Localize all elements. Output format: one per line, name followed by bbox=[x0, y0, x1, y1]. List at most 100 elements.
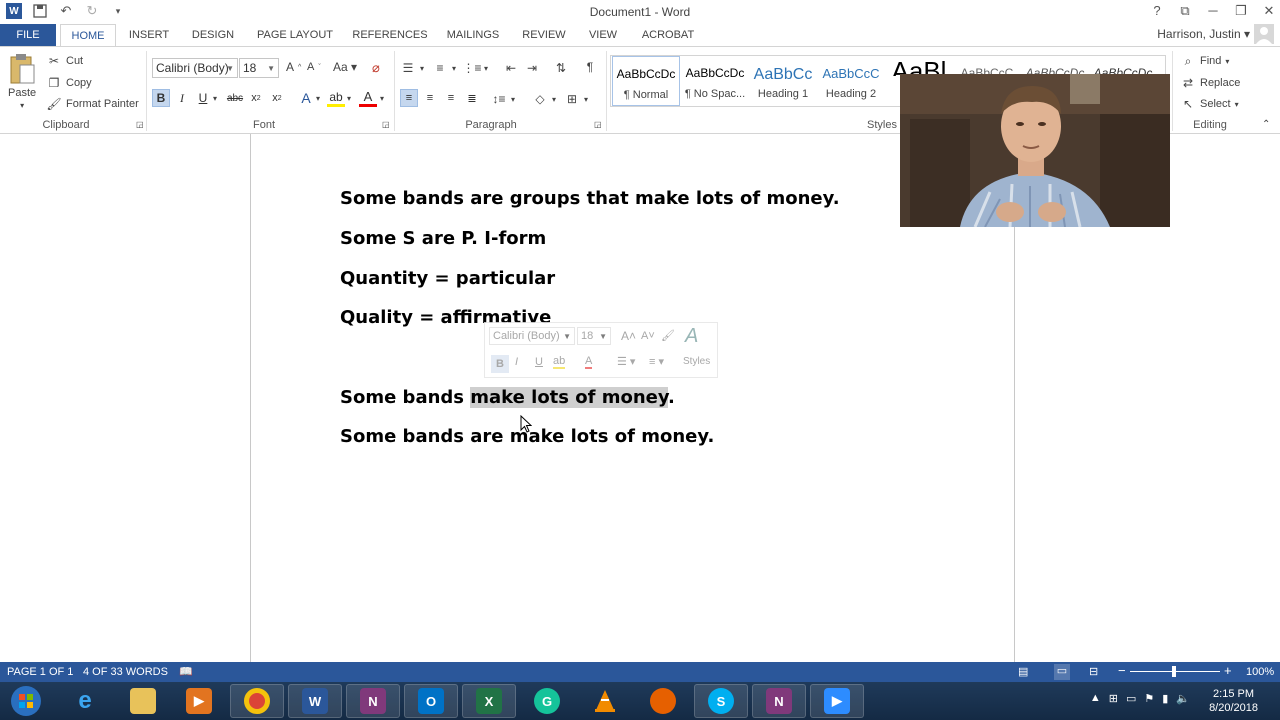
change-case-button[interactable]: Aa ▾ bbox=[333, 60, 357, 74]
taskbar-firefox[interactable] bbox=[636, 684, 690, 718]
subscript-button[interactable]: x2 bbox=[247, 89, 265, 107]
taskbar-word[interactable]: W bbox=[288, 684, 342, 718]
collapse-ribbon-icon[interactable]: ⌃ bbox=[1262, 119, 1270, 130]
cut-button[interactable]: ✂ Cut bbox=[46, 53, 83, 69]
taskbar-skype[interactable]: S bbox=[694, 684, 748, 718]
taskbar-excel[interactable]: X bbox=[462, 684, 516, 718]
shading-button[interactable]: ◇ ▾ bbox=[532, 91, 556, 107]
grow-font-button[interactable]: A ^ bbox=[286, 60, 301, 74]
restore-button[interactable]: ❐ bbox=[1234, 3, 1248, 19]
page-count[interactable]: PAGE 1 OF 1 bbox=[7, 666, 73, 678]
mini-grow-font-icon[interactable]: A˄ bbox=[621, 329, 636, 343]
mini-bold-button[interactable]: B bbox=[491, 355, 509, 373]
taskbar-media-player[interactable]: ▶ bbox=[172, 684, 226, 718]
tab-file[interactable]: FILE bbox=[0, 24, 56, 46]
font-name-dropdown[interactable]: Calibri (Body) ▼ bbox=[152, 58, 238, 78]
paste-button[interactable]: Paste ▾ bbox=[8, 53, 36, 110]
text-effects-icon[interactable]: A bbox=[297, 89, 315, 107]
zoom-level[interactable]: 100% bbox=[1246, 666, 1274, 678]
taskbar-zoom[interactable]: ▶ bbox=[810, 684, 864, 718]
line-spacing-button[interactable]: ↕≡ ▾ bbox=[491, 91, 515, 107]
zoom-in-button[interactable]: + bbox=[1224, 663, 1232, 678]
justify-button[interactable]: ≣ bbox=[463, 89, 481, 107]
flag-icon[interactable]: ⚑ bbox=[1144, 692, 1154, 705]
font-color-icon[interactable]: A bbox=[359, 89, 377, 107]
style-heading-1[interactable]: AaBbCc Heading 1 bbox=[749, 56, 817, 106]
select-button[interactable]: ↖ Select ▾ bbox=[1180, 96, 1239, 112]
underline-options-icon[interactable]: ▾ bbox=[213, 94, 217, 103]
user-name[interactable]: Harrison, Justin ▾ bbox=[1157, 27, 1250, 41]
shrink-font-button[interactable]: Aˇ bbox=[307, 61, 321, 73]
mini-underline-button[interactable]: U bbox=[535, 356, 543, 368]
taskbar-file-explorer[interactable] bbox=[116, 684, 170, 718]
tab-view[interactable]: VIEW bbox=[584, 24, 622, 46]
taskbar-internet-explorer[interactable]: e bbox=[58, 684, 112, 718]
mini-italic-button[interactable]: I bbox=[515, 356, 518, 368]
mini-format-painter-icon[interactable]: 🖌 bbox=[661, 329, 675, 342]
tab-design[interactable]: DESIGN bbox=[186, 24, 240, 46]
align-left-button[interactable]: ≡ bbox=[400, 89, 418, 107]
style-heading-2[interactable]: AaBbCcC Heading 2 bbox=[817, 56, 885, 106]
tab-review[interactable]: REVIEW bbox=[516, 24, 572, 46]
font-dialog-launcher[interactable]: ◲ bbox=[382, 120, 390, 129]
start-button[interactable] bbox=[0, 684, 52, 718]
zoom-slider-thumb[interactable] bbox=[1172, 666, 1176, 677]
avatar[interactable] bbox=[1254, 24, 1274, 44]
taskbar-chrome[interactable] bbox=[230, 684, 284, 718]
display-icon[interactable]: ▭ bbox=[1126, 692, 1136, 705]
taskbar-grammarly[interactable]: G bbox=[520, 684, 574, 718]
replace-button[interactable]: ⇄ Replace bbox=[1180, 75, 1240, 91]
paragraph-dialog-launcher[interactable]: ◲ bbox=[594, 120, 602, 129]
web-layout-icon[interactable]: ⊟ bbox=[1089, 665, 1098, 678]
tab-insert[interactable]: INSERT bbox=[124, 24, 174, 46]
underline-button[interactable]: U bbox=[194, 89, 212, 107]
document-line[interactable]: Quantity = particular bbox=[340, 268, 555, 289]
text-effects-dropdown[interactable]: ▾ bbox=[316, 94, 320, 103]
document-line[interactable]: Some bands make lots of money. bbox=[340, 387, 675, 408]
tab-home[interactable]: HOME bbox=[60, 24, 116, 47]
proofing-icon[interactable]: 📖 bbox=[179, 665, 193, 678]
italic-button[interactable]: I bbox=[173, 89, 191, 107]
numbering-button[interactable]: ≡ ▾ bbox=[432, 60, 456, 76]
bold-button[interactable]: B bbox=[152, 89, 170, 107]
mini-shrink-font-icon[interactable]: A˅ bbox=[641, 330, 655, 342]
word-count[interactable]: 4 OF 33 WORDS bbox=[83, 666, 168, 678]
mini-font-color-icon[interactable]: A bbox=[585, 355, 593, 369]
zoom-out-button[interactable]: − bbox=[1118, 663, 1126, 678]
mini-numbering-icon[interactable]: ≡ ▾ bbox=[649, 355, 664, 368]
format-painter-button[interactable]: 🖌 Format Painter bbox=[46, 96, 138, 112]
tab-references[interactable]: REFERENCES bbox=[350, 24, 430, 46]
help-icon[interactable]: ? bbox=[1150, 3, 1164, 19]
superscript-button[interactable]: x2 bbox=[268, 89, 286, 107]
highlight-dropdown[interactable]: ▾ bbox=[347, 94, 351, 103]
mini-highlight-icon[interactable]: ab bbox=[553, 355, 566, 369]
highlight-color-icon[interactable]: ab bbox=[327, 89, 345, 107]
clipboard-dialog-launcher[interactable]: ◲ bbox=[136, 120, 144, 129]
minimize-button[interactable]: ─ bbox=[1206, 3, 1220, 19]
align-center-button[interactable]: ≡ bbox=[421, 89, 439, 107]
mini-bullets-icon[interactable]: ☰ ▾ bbox=[617, 355, 635, 368]
find-button[interactable]: ⌕ Find ▾ bbox=[1180, 53, 1230, 69]
taskbar-vlc[interactable] bbox=[578, 684, 632, 718]
bullets-button[interactable]: ☰ ▾ bbox=[400, 60, 424, 76]
tab-mailings[interactable]: MAILINGS bbox=[442, 24, 504, 46]
borders-button[interactable]: ⊞ ▾ bbox=[564, 91, 588, 107]
print-layout-icon[interactable]: ▭ bbox=[1054, 664, 1070, 680]
volume-icon[interactable]: 🔈 bbox=[1176, 692, 1190, 705]
decrease-indent-button[interactable]: ⇤ bbox=[503, 60, 519, 76]
mini-font-dropdown[interactable]: Calibri (Body) ▼ bbox=[489, 327, 575, 345]
taskbar-onenote[interactable]: N bbox=[346, 684, 400, 718]
show-hide-marks-button[interactable]: ¶ bbox=[582, 59, 598, 75]
battery-icon[interactable]: ▮ bbox=[1162, 692, 1168, 705]
sort-button[interactable]: ⇅ bbox=[553, 60, 569, 76]
network-icon[interactable]: ⊞ bbox=[1109, 692, 1118, 705]
read-mode-icon[interactable]: ▤ bbox=[1018, 665, 1028, 678]
style-normal[interactable]: AaBbCcDc ¶ Normal bbox=[612, 56, 680, 106]
copy-button[interactable]: ❐ Copy bbox=[46, 75, 92, 91]
strikethrough-button[interactable]: abc bbox=[226, 89, 244, 107]
font-color-dropdown[interactable]: ▾ bbox=[380, 94, 384, 103]
show-hidden-icons[interactable]: ▲ bbox=[1090, 692, 1101, 705]
selected-text[interactable]: make lots of money bbox=[470, 387, 668, 408]
taskbar-onenote-2[interactable]: N bbox=[752, 684, 806, 718]
font-size-dropdown[interactable]: 18 ▼ bbox=[239, 58, 279, 78]
